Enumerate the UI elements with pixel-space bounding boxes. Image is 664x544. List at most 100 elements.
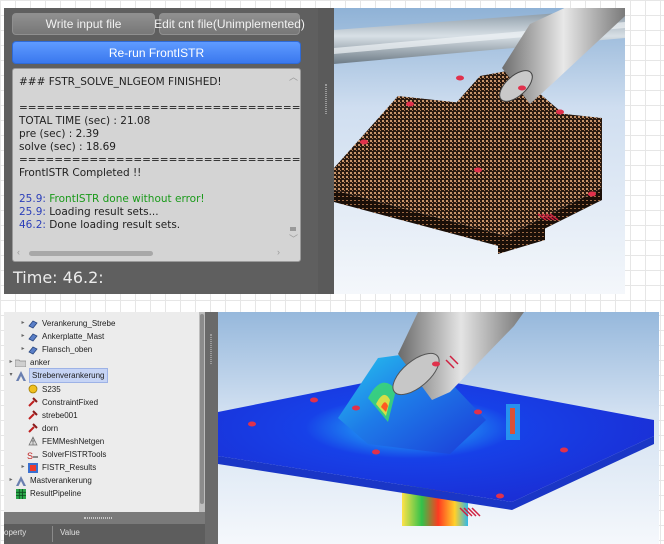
expand-arrow-open-icon[interactable]: ▾: [7, 369, 15, 382]
console-line: ================================: [19, 154, 300, 167]
column-divider[interactable]: [52, 526, 53, 542]
expand-arrow-icon[interactable]: ▸: [19, 343, 27, 356]
3d-view-mesh[interactable]: [334, 8, 625, 294]
console-line: ### FSTR_SOLVE_NLGEOM FINISHED!: [19, 76, 289, 89]
model-tree[interactable]: ▸ Verankerung_Strebe ▸ Ankerplatte_Mast ▸ Fla…: [4, 312, 199, 512]
tree-item[interactable]: S SolverFISTRTools: [19, 448, 106, 461]
mesh-icon: [27, 436, 38, 447]
panel-splitter[interactable]: [318, 8, 334, 294]
material-icon: [27, 384, 38, 395]
expand-arrow-icon[interactable]: ▸: [7, 474, 15, 487]
console-line: 25.9: Loading result sets...: [19, 206, 289, 219]
tree-item[interactable]: ▾ Strebenverankerung: [7, 368, 108, 384]
console-vertical-scrollbar[interactable]: ︿ ﹀: [288, 71, 298, 244]
tree-item-label: Ankerplatte_Mast: [42, 332, 105, 342]
tree-item[interactable]: ▸ anker: [7, 356, 50, 369]
console-line: solve (sec) : 18.69: [19, 141, 289, 154]
splitter-grip[interactable]: [210, 334, 212, 364]
analysis-icon: [15, 475, 26, 486]
tree-item-label: ConstraintFixed: [42, 397, 99, 407]
console-line: FrontISTR Completed !!: [19, 167, 289, 180]
edit-cnt-file-button[interactable]: Edit cnt file(Unimplemented): [154, 13, 305, 35]
screenshot-canvas: Write input file Edit cnt file(Unimpleme…: [0, 0, 664, 544]
tree-item-label: Mastverankerung: [30, 476, 92, 486]
console-line: 46.2: Done loading result sets.: [19, 219, 289, 232]
tree-item[interactable]: ▸ Verankerung_Strebe: [19, 317, 115, 330]
tree-item[interactable]: FEMMeshNetgen: [19, 435, 104, 448]
tree-item-label: anker: [30, 358, 51, 368]
model-tree-panel: ▸ Verankerung_Strebe ▸ Ankerplatte_Mast ▸ Fla…: [4, 312, 205, 544]
console-timestamp: 46.2:: [19, 219, 46, 231]
tree-item[interactable]: ▸ Flansch_oben: [19, 343, 92, 356]
value-column-header[interactable]: Value: [60, 528, 80, 537]
mesh-viewport: [334, 8, 625, 294]
scroll-left-arrow-icon[interactable]: ‹: [17, 248, 20, 257]
tree-item-label: Flansch_oben: [42, 345, 93, 355]
svg-text:S: S: [27, 451, 33, 460]
panel-splitter[interactable]: [205, 312, 218, 544]
console-horizontal-scrollbar[interactable]: ‹ ›: [15, 247, 285, 259]
splitter-grip[interactable]: [325, 84, 327, 114]
console-message: TOTAL TIME (sec) : 21.08: [19, 115, 151, 127]
tree-splitter[interactable]: [4, 512, 205, 524]
console-message: ================================: [19, 102, 301, 114]
console-message: pre (sec) : 2.39: [19, 128, 100, 140]
console-message: FrontISTR Completed !!: [19, 167, 142, 179]
console-message: Loading result sets...: [49, 206, 159, 218]
scroll-down-arrow-icon[interactable]: ﹀: [289, 235, 298, 244]
console-line: TOTAL TIME (sec) : 21.08: [19, 115, 289, 128]
expand-arrow-icon[interactable]: ▸: [19, 461, 27, 474]
tree-item[interactable]: ▸ Ankerplatte_Mast: [19, 330, 104, 343]
expand-arrow-icon[interactable]: ▸: [19, 330, 27, 343]
tree-item-label: Verankerung_Strebe: [42, 319, 116, 328]
tree-item[interactable]: ▸ Mastverankerung: [7, 474, 92, 487]
tree-item[interactable]: ▸ FISTR_Results: [19, 461, 96, 474]
console-line: pre (sec) : 2.39: [19, 128, 289, 141]
solver-output-console[interactable]: ### FSTR_SOLVE_NLGEOM FINISHED! =========…: [12, 68, 301, 262]
scroll-thumb[interactable]: [29, 251, 153, 256]
elapsed-time-label: Time: 46.2:: [13, 268, 104, 287]
tree-item-label: Strebenverankerung: [29, 368, 108, 384]
scroll-up-arrow-icon[interactable]: ︿: [289, 73, 298, 82]
tree-item-label: FEMMeshNetgen: [42, 436, 105, 446]
console-message: solve (sec) : 18.69: [19, 141, 116, 153]
console-text: ### FSTR_SOLVE_NLGEOM FINISHED! =========…: [19, 76, 300, 232]
clipped-item: [26, 312, 66, 313]
constraint-icon: [27, 423, 38, 434]
scroll-right-arrow-icon[interactable]: ›: [277, 248, 280, 257]
tree-item-label: S235: [42, 384, 61, 394]
expand-arrow-icon[interactable]: ▸: [7, 356, 15, 369]
tree-item[interactable]: dorn: [19, 422, 58, 435]
tree-item[interactable]: ResultPipeline: [7, 487, 81, 500]
part-icon: [27, 318, 38, 329]
fem-task-window: Write input file Edit cnt file(Unimpleme…: [4, 8, 625, 294]
scroll-thumb[interactable]: [290, 227, 296, 231]
constraint-icon: [27, 397, 38, 408]
fem-task-panel: Write input file Edit cnt file(Unimpleme…: [4, 8, 318, 294]
tree-item[interactable]: ConstraintFixed: [19, 396, 98, 409]
tree-item-label: strebe001: [42, 410, 78, 420]
splitter-grip[interactable]: [84, 517, 112, 519]
results-icon: [27, 462, 38, 473]
expand-arrow-icon[interactable]: ▸: [19, 317, 27, 330]
model-window: ▸ Verankerung_Strebe ▸ Ankerplatte_Mast ▸ Fla…: [4, 312, 659, 544]
pipeline-icon: [15, 488, 26, 499]
rerun-frontistr-button[interactable]: Re-run FrontISTR: [12, 41, 301, 64]
tree-item-label: ResultPipeline: [30, 489, 82, 499]
3d-view-results[interactable]: [218, 312, 659, 544]
tree-item-label: dorn: [42, 423, 59, 433]
write-input-file-button[interactable]: Write input file: [12, 13, 155, 35]
console-message: FrontISTR done without error!: [49, 193, 205, 205]
property-column-header[interactable]: operty: [4, 528, 26, 537]
scroll-thumb[interactable]: [200, 314, 204, 504]
console-message: Done loading result sets.: [49, 219, 181, 231]
tree-item[interactable]: S235: [19, 383, 61, 396]
folder-icon: [15, 357, 26, 368]
analysis-icon: [15, 370, 26, 381]
console-message: ================================: [19, 154, 301, 166]
console-timestamp: 25.9:: [19, 193, 46, 205]
console-line: 25.9: FrontISTR done without error!: [19, 193, 289, 206]
console-line: ================================: [19, 102, 300, 115]
tree-item[interactable]: strebe001: [19, 409, 78, 422]
